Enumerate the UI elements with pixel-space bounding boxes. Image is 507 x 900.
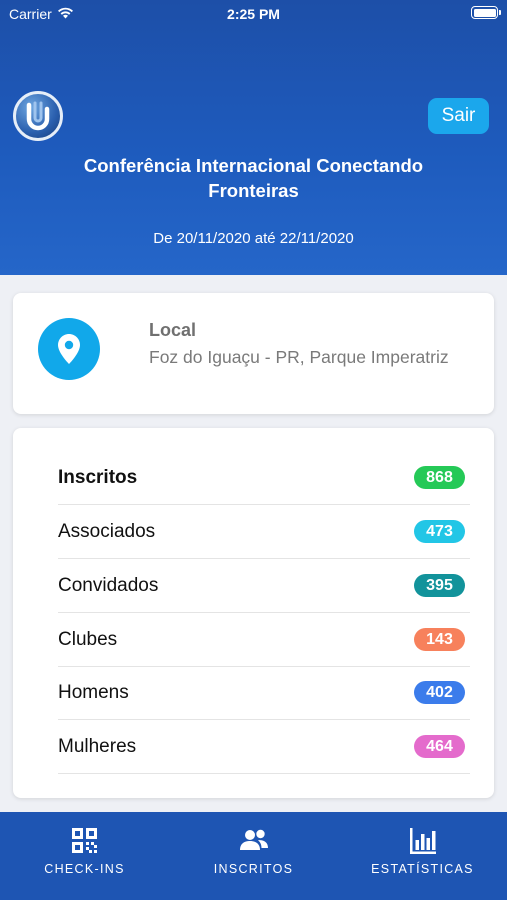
users-icon <box>169 827 338 853</box>
bar-chart-icon <box>338 827 507 855</box>
status-time: 2:25 PM <box>227 6 280 22</box>
tab-label: INSCRITOS <box>213 862 294 876</box>
qr-code-icon <box>0 827 169 854</box>
stat-count-badge: 402 <box>414 681 465 704</box>
map-pin-icon <box>38 318 100 380</box>
battery-icon <box>471 6 501 19</box>
stat-label: Mulheres <box>58 735 137 757</box>
logo-mark-icon <box>26 101 50 131</box>
tab-estatisticas[interactable]: ESTATÍSTICAS <box>338 812 507 900</box>
stat-count-badge: 464 <box>414 735 465 758</box>
tab-label: ESTATÍSTICAS <box>371 862 474 876</box>
stat-label: Inscritos <box>58 466 138 488</box>
stat-row-clubes[interactable]: Clubes 143 <box>58 613 470 667</box>
tab-bar: CHECK-INS INSCRITOS ESTATÍSTICAS <box>0 812 507 900</box>
location-address: Foz do Iguaçu - PR, Parque Imperatriz <box>149 347 449 367</box>
event-dates: De 20/11/2020 até 22/11/2020 <box>153 230 354 247</box>
tab-check-ins[interactable]: CHECK-INS <box>0 812 169 900</box>
stat-row-associados[interactable]: Associados 473 <box>58 505 470 559</box>
status-bar: Carrier 2:25 PM <box>0 0 507 28</box>
location-card: Local Foz do Iguaçu - PR, Parque Imperat… <box>13 293 494 414</box>
logout-button[interactable]: Sair <box>428 98 489 134</box>
app-logo <box>13 91 63 141</box>
stat-label: Convidados <box>58 574 159 596</box>
stat-label: Homens <box>58 681 129 703</box>
stat-count-badge: 395 <box>414 574 465 597</box>
tab-inscritos[interactable]: INSCRITOS <box>169 812 338 900</box>
stat-label: Associados <box>58 520 156 542</box>
stat-row-homens[interactable]: Homens 402 <box>58 666 470 720</box>
stat-row-convidados[interactable]: Convidados 395 <box>58 559 470 613</box>
location-label: Local <box>149 320 197 340</box>
stat-count-badge: 473 <box>414 520 465 543</box>
header: Carrier 2:25 PM Sair Conferência Interna… <box>0 0 507 275</box>
stat-label: Clubes <box>58 628 118 650</box>
stat-row-mulheres[interactable]: Mulheres 464 <box>58 720 470 774</box>
stat-count-badge: 143 <box>414 628 465 651</box>
stat-row-inscritos[interactable]: Inscritos 868 <box>58 451 470 505</box>
tab-label: CHECK-INS <box>44 862 125 876</box>
event-title: Conferência Internacional Conectando Fro… <box>83 155 424 201</box>
stat-count-badge: 868 <box>414 466 465 489</box>
stats-card: Inscritos 868 Associados 473 Convidados … <box>13 428 494 798</box>
